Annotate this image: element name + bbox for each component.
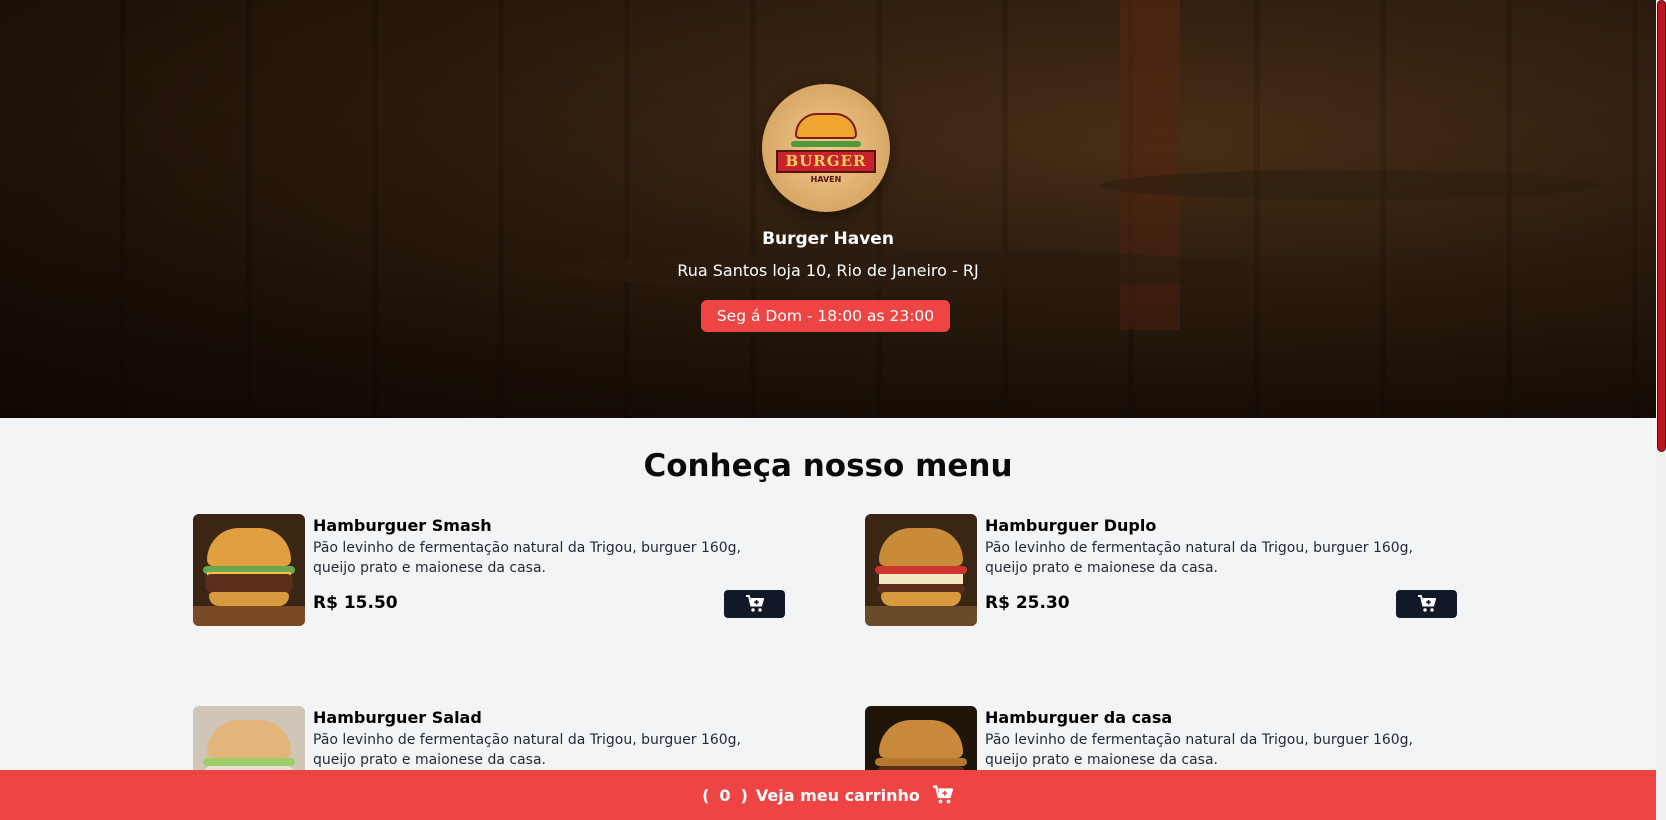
hero-banner: BURGER HAVEN Burger Haven Rua Santos loj… <box>0 0 1656 418</box>
menu-item: Hamburguer Smash Pão levinho de fermenta… <box>193 514 785 628</box>
restaurant-logo: BURGER HAVEN <box>762 84 890 212</box>
menu-item-name: Hamburguer da casa <box>985 708 1173 727</box>
add-to-cart-button[interactable] <box>1396 590 1457 618</box>
menu-item-price: R$ 15.50 <box>313 593 398 613</box>
menu-item-image <box>865 514 977 626</box>
menu-item-description: Pão levinho de fermentação natural da Tr… <box>313 540 742 576</box>
menu-item-description: Pão levinho de fermentação natural da Tr… <box>985 732 1414 768</box>
logo-bun-icon <box>795 112 857 139</box>
view-cart-button[interactable]: ( 0 ) Veja meu carrinho <box>0 770 1656 820</box>
cart-count-group: ( 0 ) <box>702 786 748 805</box>
view-cart-label: Veja meu carrinho <box>755 785 920 805</box>
menu-item-name: Hamburguer Salad <box>313 708 482 727</box>
menu-item: Hamburguer Duplo Pão levinho de fermenta… <box>865 514 1457 628</box>
page-scrollbar[interactable] <box>1656 0 1666 820</box>
cart-plus-icon <box>1417 595 1436 612</box>
menu-item-description: Pão levinho de fermentação natural da Tr… <box>985 540 1414 576</box>
menu-item-image <box>193 514 305 626</box>
add-to-cart-button[interactable] <box>724 590 785 618</box>
restaurant-address: Rua Santos loja 10, Rio de Janeiro - RJ <box>677 261 979 280</box>
menu-item-description: Pão levinho de fermentação natural da Tr… <box>313 732 742 768</box>
cart-count-close-paren: ) <box>740 785 748 805</box>
cart-plus-icon <box>745 595 764 612</box>
menu-item-price: R$ 25.30 <box>985 593 1070 613</box>
menu-item-name: Hamburguer Smash <box>313 516 492 535</box>
scrollbar-thumb[interactable] <box>1657 0 1666 452</box>
menu-title: Conheça nosso menu <box>643 448 1013 484</box>
cart-count: 0 <box>719 785 731 805</box>
logo-text: BURGER <box>775 149 877 173</box>
logo-subtext: HAVEN <box>810 174 842 184</box>
menu-item-name: Hamburguer Duplo <box>985 516 1157 535</box>
cart-icon <box>932 785 953 804</box>
restaurant-name: Burger Haven <box>762 229 894 249</box>
logo-lettuce-icon <box>791 140 861 147</box>
cart-count-open-paren: ( <box>702 785 710 805</box>
opening-hours-badge: Seg á Dom - 18:00 as 23:00 <box>701 300 950 332</box>
